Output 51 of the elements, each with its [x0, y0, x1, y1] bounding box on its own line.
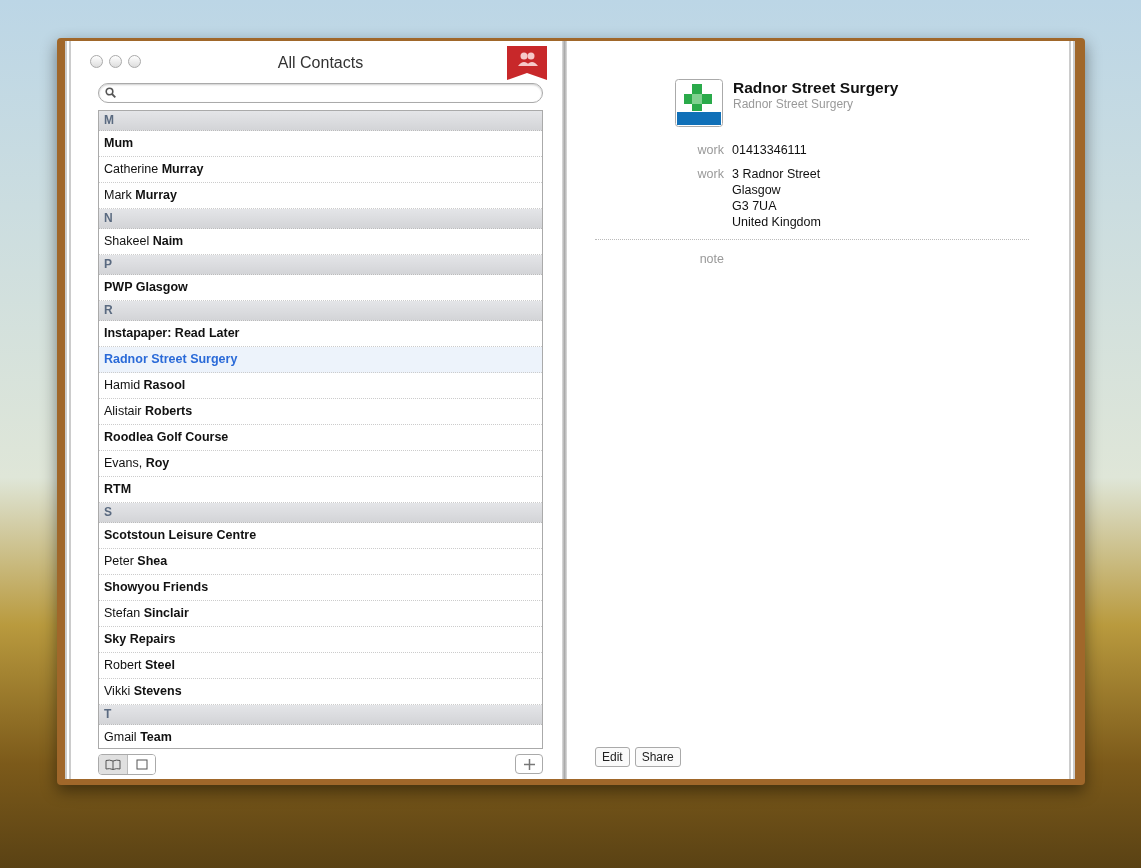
contact-row[interactable]: Scotstoun Leisure Centre [99, 522, 542, 549]
groups-bookmark-icon[interactable] [507, 46, 547, 80]
open-book-icon [105, 758, 121, 770]
contact-row[interactable]: Stefan Sinclair [99, 600, 542, 627]
section-header: R [99, 300, 542, 321]
field-label: work [696, 167, 724, 183]
company-name: Radnor Street Surgery [733, 97, 855, 111]
note-label: note [698, 252, 724, 266]
contact-row[interactable]: Sky Repairs [99, 626, 542, 653]
section-header: T [99, 704, 542, 725]
contact-row[interactable]: Shakeel Naim [99, 228, 542, 255]
contact-row[interactable]: Instapaper: Read Later [99, 320, 542, 347]
close-button[interactable] [90, 55, 103, 68]
field-value: United Kingdom [732, 215, 821, 229]
share-button[interactable]: Share [634, 747, 681, 767]
contact-row[interactable]: Catherine Murray [99, 156, 542, 183]
section-header: P [99, 254, 542, 275]
book-view-button[interactable] [99, 754, 127, 774]
search-icon [105, 87, 116, 99]
contact-row[interactable]: Alistair Roberts [99, 398, 542, 425]
contact-row[interactable]: PWP Glasgow [99, 274, 542, 301]
contact-row[interactable]: Mum [99, 130, 542, 157]
contact-row[interactable]: Showyou Friends [99, 574, 542, 601]
zoom-button[interactable] [128, 55, 141, 68]
card-view-button[interactable] [127, 754, 155, 774]
contact-row[interactable]: Robert Steel [99, 652, 542, 679]
contact-row[interactable]: Peter Shea [99, 548, 542, 575]
contact-row[interactable]: Mark Murray [99, 182, 542, 209]
field-value: G3 7UA [732, 199, 778, 213]
contact-row[interactable]: Hamid Rasool [99, 372, 542, 399]
field-value: 01413346111 [732, 143, 807, 157]
contact-row[interactable]: Roodlea Golf Course [99, 424, 542, 451]
square-icon [135, 758, 148, 770]
contact-row[interactable]: Evans, Roy [99, 450, 542, 477]
contact-row[interactable]: RTM [99, 476, 542, 503]
contact-row[interactable]: Gmail Team [99, 724, 542, 749]
window-title: All Contacts [276, 52, 365, 72]
field-label: work [696, 143, 724, 157]
plus-icon [523, 758, 535, 770]
pharmacy-cross-logo [675, 79, 723, 127]
section-header: S [99, 502, 542, 523]
contact-name: Radnor Street Surgery [733, 79, 899, 97]
field-value: 3 Radnor Street [732, 167, 821, 181]
edit-button[interactable]: Edit [595, 747, 630, 767]
contact-row[interactable]: Vikki Stevens [99, 678, 542, 705]
add-contact-button[interactable] [515, 754, 543, 775]
contact-row[interactable]: Radnor Street Surgery [99, 346, 542, 373]
minimize-button[interactable] [109, 55, 122, 68]
section-header: M [99, 110, 542, 131]
field-value: Glasgow [732, 183, 782, 197]
section-header: N [99, 208, 542, 229]
